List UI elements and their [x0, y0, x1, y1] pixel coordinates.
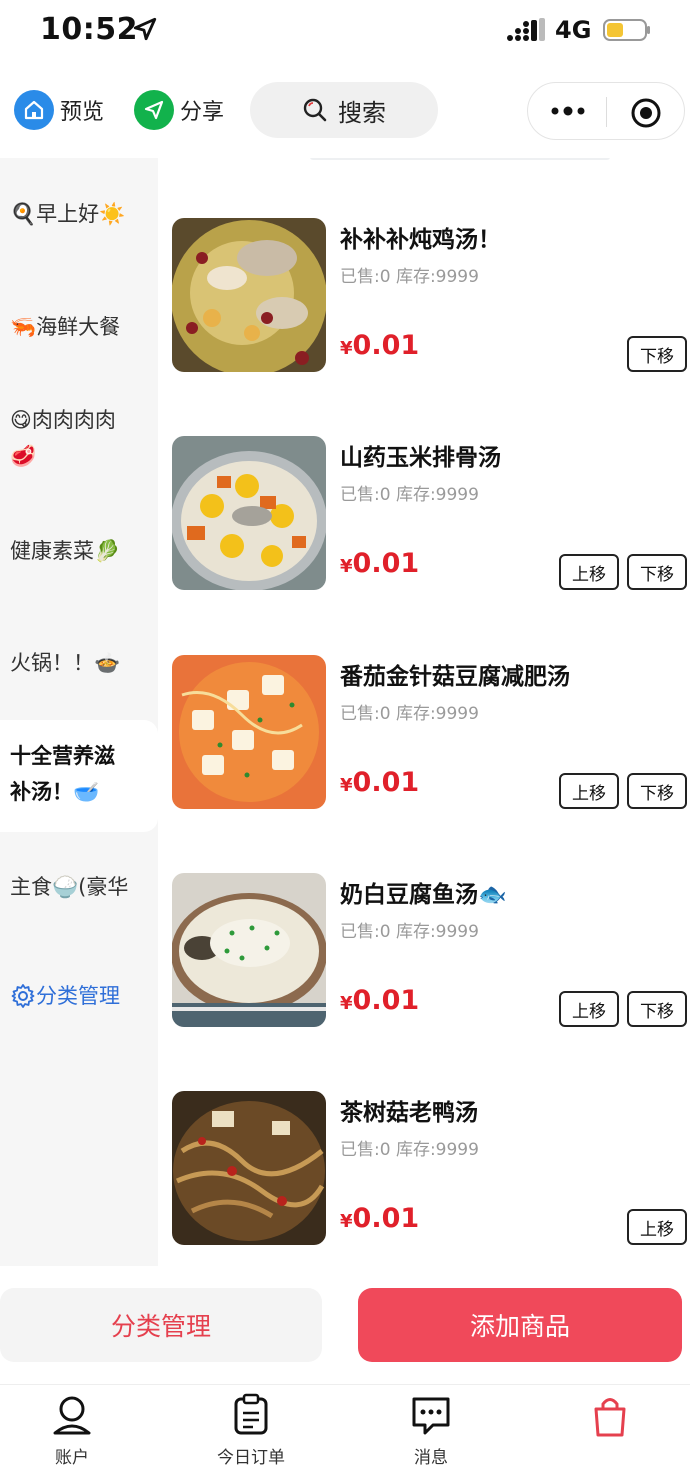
share-label: 分享 — [180, 100, 225, 125]
category-item-seafood[interactable]: 🦐海鲜大餐 — [0, 309, 158, 345]
category-manage-label: 分类管理 — [36, 984, 120, 1008]
product-name: 山药玉米排骨汤 — [340, 445, 501, 471]
category-label: 🦐海鲜大餐 — [10, 315, 121, 339]
search-button[interactable]: 搜索 — [250, 82, 438, 138]
product-stats: 已售:0 库存:9999 — [340, 922, 479, 942]
category-label: 🍳早上好☀️ — [10, 202, 126, 226]
product-card[interactable]: 山药玉米排骨汤 已售:0 库存:9999 ¥0.01 上移 下移 — [160, 436, 690, 596]
product-image-rib-soup — [172, 436, 326, 590]
category-label: 火锅！！🍲 — [10, 651, 121, 675]
tab-messages[interactable]: 消息 — [371, 1393, 491, 1468]
battery-icon — [603, 19, 650, 41]
product-price: ¥0.01 — [340, 985, 420, 1016]
mini-program-capsule — [527, 82, 685, 140]
product-name: 番茄金针菇豆腐减肥汤 — [340, 664, 570, 690]
category-item-soup-active[interactable]: 十全营养滋 补汤！🥣 — [0, 720, 158, 832]
product-card[interactable]: 番茄金针菇豆腐减肥汤 已售:0 库存:9999 ¥0.01 上移 下移 — [160, 655, 690, 815]
more-dots-icon[interactable] — [550, 103, 586, 119]
product-stats: 已售:0 库存:9999 — [340, 1140, 479, 1160]
product-price: ¥0.01 — [340, 767, 420, 798]
category-item-breakfast[interactable]: 🍳早上好☀️ — [0, 196, 158, 232]
category-manage-button[interactable]: 分类管理 — [0, 1288, 322, 1362]
product-list: 补补补炖鸡汤！ 已售:0 库存:9999 ¥0.01 下移 山药玉米排骨汤 已售… — [160, 158, 690, 1266]
move-down-button[interactable]: 下移 — [627, 773, 687, 809]
network-type: 4G — [555, 16, 592, 44]
shopping-bag-icon — [594, 1398, 626, 1437]
product-stats: 已售:0 库存:9999 — [340, 704, 479, 724]
product-price: ¥0.01 — [340, 330, 420, 361]
product-card[interactable]: 补补补炖鸡汤！ 已售:0 库存:9999 ¥0.01 下移 — [160, 218, 690, 378]
product-card[interactable]: 茶树菇老鸭汤 已售:0 库存:9999 ¥0.01 上移 — [160, 1091, 690, 1251]
tab-store[interactable] — [550, 1393, 670, 1443]
tab-bar: 账户 今日订单 消息 — [0, 1384, 690, 1484]
move-down-button[interactable]: 下移 — [627, 554, 687, 590]
product-image-fish-tofu-soup — [172, 873, 326, 1027]
home-icon — [14, 90, 54, 130]
status-bar: 10:52 4G — [0, 0, 690, 64]
move-up-button[interactable]: 上移 — [627, 1209, 687, 1245]
preview-button[interactable]: 预览 — [14, 88, 104, 132]
product-stats: 已售:0 库存:9999 — [340, 267, 479, 287]
tab-label: 账户 — [55, 1448, 89, 1468]
chat-icon — [412, 1397, 450, 1435]
product-name: 奶白豆腐鱼汤🐟 — [340, 882, 507, 908]
tab-label: 今日订单 — [217, 1448, 285, 1468]
move-down-button[interactable]: 下移 — [627, 991, 687, 1027]
category-label: 健康素菜🥬 — [10, 539, 121, 563]
cellular-signal-icon — [507, 18, 545, 41]
move-up-button[interactable]: 上移 — [559, 554, 619, 590]
move-up-button[interactable]: 上移 — [559, 773, 619, 809]
product-card[interactable]: 奶白豆腐鱼汤🐟 已售:0 库存:9999 ¥0.01 上移 下移 — [160, 873, 690, 1033]
category-manage-link[interactable]: 分类管理 — [0, 978, 158, 1014]
bottom-action-bar: 分类管理 添加商品 — [0, 1268, 690, 1378]
category-label: 😋肉肉肉肉 — [10, 408, 116, 432]
send-icon — [134, 90, 174, 130]
search-icon — [303, 98, 327, 122]
status-time: 10:52 — [40, 12, 138, 47]
product-image-tomato-tofu-soup — [172, 655, 326, 809]
product-name: 茶树菇老鸭汤 — [340, 1100, 478, 1126]
share-button[interactable]: 分享 — [134, 88, 224, 132]
category-item-staple[interactable]: 主食🍚(豪华 — [0, 869, 158, 905]
tab-today-orders[interactable]: 今日订单 — [191, 1393, 311, 1468]
category-label: 主食🍚(豪华 — [10, 875, 129, 899]
close-target-icon[interactable] — [630, 97, 662, 129]
product-image-duck-mushroom-soup — [172, 1091, 326, 1245]
category-item-meat[interactable]: 😋肉肉肉肉 🥩 — [0, 402, 158, 474]
category-item-vegetables[interactable]: 健康素菜🥬 — [0, 533, 158, 569]
add-product-button[interactable]: 添加商品 — [358, 1288, 682, 1362]
category-item-hotpot[interactable]: 火锅！！🍲 — [0, 645, 158, 681]
location-arrow-icon — [133, 17, 157, 41]
tab-label: 消息 — [414, 1448, 448, 1468]
top-bar: 预览 分享 搜索 — [0, 72, 690, 148]
category-sidebar: 🍳早上好☀️ 🦐海鲜大餐 😋肉肉肉肉 🥩 健康素菜🥬 火锅！！🍲 十全营养滋 补… — [0, 158, 158, 1266]
product-image-chicken-soup — [172, 218, 326, 372]
user-icon — [53, 1396, 91, 1435]
product-price: ¥0.01 — [340, 548, 420, 579]
category-label: 十全营养滋 — [10, 744, 115, 768]
move-up-button[interactable]: 上移 — [559, 991, 619, 1027]
product-stats: 已售:0 库存:9999 — [340, 485, 479, 505]
clipboard-icon — [234, 1393, 268, 1435]
move-down-button[interactable]: 下移 — [627, 336, 687, 372]
search-label: 搜索 — [338, 98, 386, 127]
gear-icon — [11, 984, 35, 1008]
category-label-line2: 补汤！🥣 — [10, 780, 100, 804]
tab-account[interactable]: 账户 — [12, 1393, 132, 1468]
product-name: 补补补炖鸡汤！ — [340, 227, 501, 253]
category-label-line2: 🥩 — [10, 444, 37, 468]
product-price: ¥0.01 — [340, 1203, 420, 1234]
scrolled-header-remnant — [310, 158, 610, 160]
preview-label: 预览 — [60, 100, 105, 125]
